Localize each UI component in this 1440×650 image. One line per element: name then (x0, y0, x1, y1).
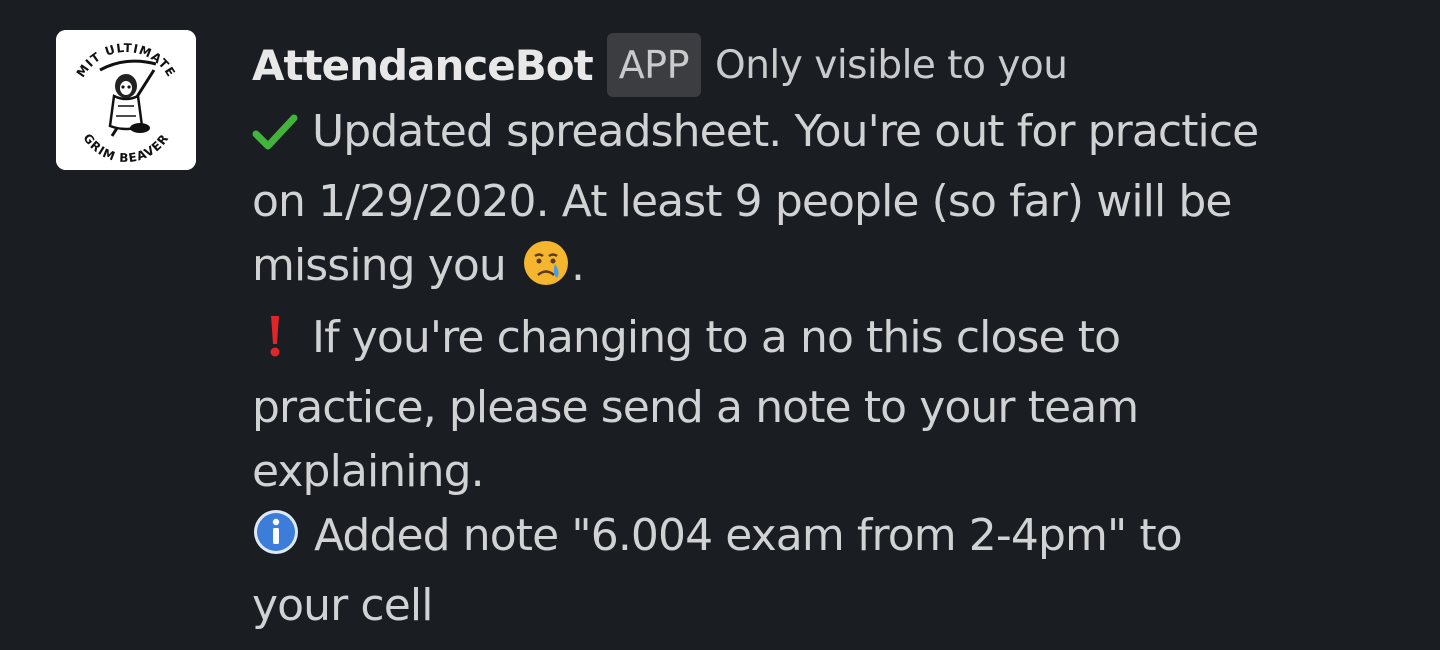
message-body: Updated spreadsheet. You're out for prac… (252, 100, 1402, 638)
crying-face-emoji-icon (521, 238, 571, 306)
visibility-note: Only visible to you (715, 42, 1068, 88)
message-header: AttendanceBot APP Only visible to you (252, 30, 1402, 100)
message-line: If you're changing to a no this close to (252, 306, 1402, 376)
message-line: missing you . (252, 234, 1402, 306)
message-line: explaining. (252, 440, 1402, 504)
bot-avatar[interactable]: MIT ULTIMATE GRIM BEAVER (56, 30, 196, 170)
message-text: practice, please send a note to your tea… (252, 382, 1139, 433)
message-line: Added note "6.004 exam from 2-4pm" to (252, 504, 1402, 574)
message-text: your cell (252, 580, 433, 631)
check-mark-icon (252, 106, 298, 170)
message-text: . (571, 240, 585, 291)
message-text: explaining. (252, 446, 485, 497)
message-text: Updated spreadsheet. You're out for prac… (312, 106, 1259, 157)
message-line: on 1/29/2020. At least 9 people (so far)… (252, 170, 1402, 234)
sender-name[interactable]: AttendanceBot (252, 41, 594, 90)
message-text: on 1/29/2020. At least 9 people (so far)… (252, 176, 1233, 227)
message-line: your cell (252, 574, 1402, 638)
bot-message: MIT ULTIMATE GRIM BEAVER AttendanceBot A… (0, 0, 1440, 650)
message-text: missing you (252, 240, 507, 291)
message-text: Added note "6.004 exam from 2-4pm" to (314, 510, 1183, 561)
message-line: practice, please send a note to your tea… (252, 376, 1402, 440)
message-line: Updated spreadsheet. You're out for prac… (252, 100, 1402, 170)
information-icon (252, 508, 300, 574)
message-text: If you're changing to a no this close to (312, 312, 1121, 363)
app-badge: APP (606, 33, 702, 97)
grim-beaver-logo-icon: MIT ULTIMATE GRIM BEAVER (56, 30, 196, 170)
exclamation-mark-icon (252, 312, 298, 376)
message-content: AttendanceBot APP Only visible to you Up… (252, 30, 1402, 638)
